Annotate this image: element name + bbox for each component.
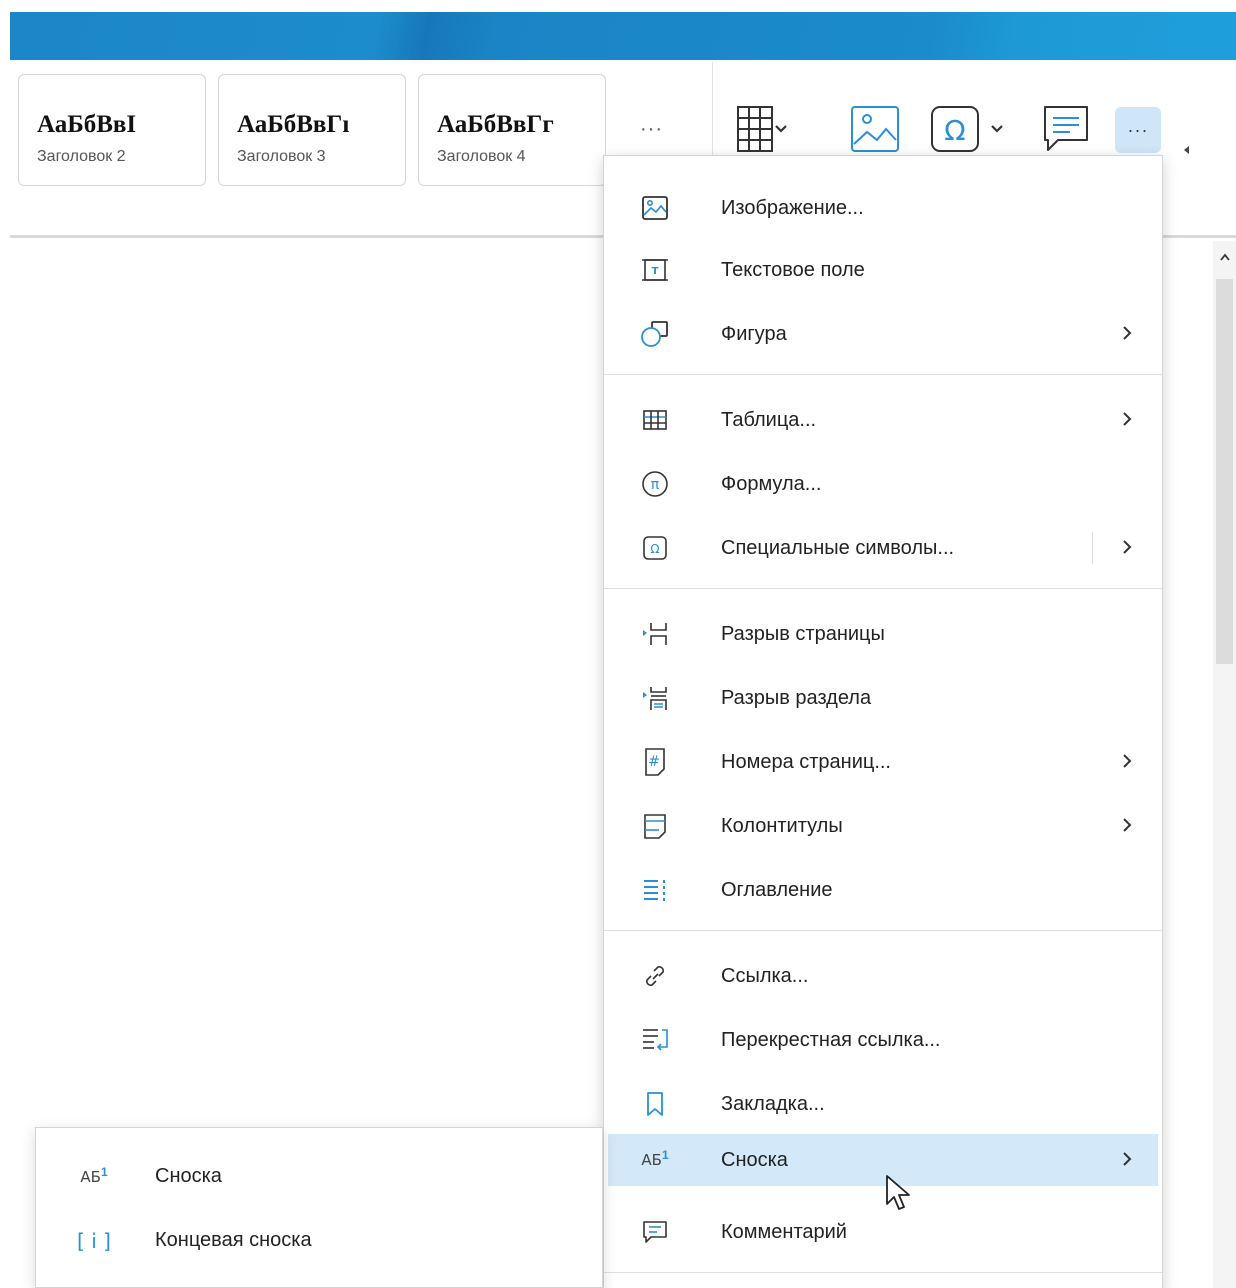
scrollbar-thumb[interactable] — [1216, 279, 1233, 664]
menu-item-page-break[interactable]: Разрыв страницы — [604, 608, 1162, 660]
insert-symbol-button[interactable]: Ω — [930, 104, 1012, 154]
menu-item-special-symbols[interactable]: Ω Специальные символы... — [604, 522, 1162, 574]
menu-separator — [604, 588, 1162, 589]
chevron-right-icon — [1121, 408, 1133, 435]
menu-item-page-numbers[interactable]: # Номера страниц... — [604, 736, 1162, 788]
style-sample: АаБбВвГı — [237, 111, 350, 138]
menu-item-cross-reference[interactable]: Перекрестная ссылка... — [604, 1014, 1162, 1066]
formula-icon: π — [640, 469, 670, 499]
menu-item-label: Формула... — [721, 473, 822, 495]
caret-left-icon — [1183, 142, 1191, 159]
shape-icon — [640, 319, 670, 349]
chevron-right-icon — [1121, 814, 1133, 841]
page-number-icon: # — [640, 747, 670, 777]
menu-separator — [604, 1272, 1162, 1273]
link-icon — [640, 961, 670, 991]
style-sample: АаБбВвI — [37, 111, 137, 138]
menu-item-label: Специальные символы... — [721, 537, 955, 559]
menu-item-label: Колонтитулы — [721, 815, 843, 837]
menu-item-shape[interactable]: Фигура — [604, 308, 1162, 360]
menu-item-label: Оглавление — [721, 879, 833, 901]
chevron-right-icon — [1121, 1148, 1133, 1175]
image-icon — [850, 104, 900, 154]
menu-separator — [604, 930, 1162, 931]
menu-item-bookmark[interactable]: Закладка... — [604, 1078, 1162, 1130]
section-break-icon — [640, 683, 670, 713]
menu-item-label: Текстовое поле — [721, 259, 865, 281]
style-heading-3[interactable]: АаБбВвГı Заголовок 3 — [218, 74, 406, 186]
menu-item-label: Перекрестная ссылка... — [721, 1029, 941, 1051]
menu-item-formula[interactable]: π Формула... — [604, 458, 1162, 510]
ribbon-scroll-button[interactable] — [1183, 142, 1191, 160]
menu-item-footnote[interactable]: АБ 1 Сноска — [608, 1134, 1158, 1186]
menu-item-toc[interactable]: Оглавление — [604, 864, 1162, 916]
svg-text:π: π — [651, 477, 660, 493]
chevron-right-icon[interactable] — [1121, 536, 1133, 563]
style-heading-2[interactable]: АаБбВвI Заголовок 2 — [18, 74, 206, 186]
endnote-icon: [ i ] — [77, 1229, 111, 1253]
vertical-scrollbar[interactable] — [1213, 241, 1236, 1288]
style-caption: Заголовок 4 — [437, 148, 526, 165]
chevron-right-icon — [1121, 322, 1133, 349]
footnote-icon: АБ 1 — [80, 1165, 108, 1186]
menu-item-text-box[interactable]: T Текстовое поле — [604, 244, 1162, 296]
menu-item-label: Закладка... — [721, 1093, 825, 1115]
style-heading-4[interactable]: АаБбВвГг Заголовок 4 — [418, 74, 606, 186]
menu-item-label: Фигура — [721, 323, 787, 345]
menu-separator — [604, 374, 1162, 375]
submenu-item-endnote[interactable]: [ i ] Концевая сноска — [36, 1214, 602, 1266]
page-break-icon — [640, 619, 670, 649]
scroll-up-icon[interactable] — [1219, 249, 1231, 267]
footnote-submenu: АБ 1 Сноска [ i ] Концевая сноска — [35, 1127, 603, 1288]
omega-icon: Ω — [640, 533, 670, 563]
footnote-icon: АБ 1 — [641, 1148, 669, 1169]
cross-reference-icon — [640, 1025, 670, 1055]
mouse-cursor-icon — [884, 1174, 914, 1219]
menu-item-label: Разрыв страницы — [721, 623, 885, 645]
table-icon — [640, 405, 670, 435]
submenu-item-label: Концевая сноска — [155, 1229, 312, 1251]
insert-table-button[interactable] — [736, 104, 788, 154]
chevron-right-icon — [1121, 750, 1133, 777]
menu-item-label: Таблица... — [721, 409, 817, 431]
header-footer-icon — [640, 811, 670, 841]
menu-item-table[interactable]: Таблица... — [604, 394, 1162, 446]
table-icon — [736, 104, 788, 154]
insert-comment-button[interactable] — [1042, 104, 1090, 154]
style-sample: АаБбВвГг — [437, 111, 554, 138]
insert-menu: Изображение... T Текстовое поле Фигура Т… — [603, 155, 1163, 1288]
menu-item-label: Сноска — [721, 1149, 788, 1171]
menu-item-label: Ссылка... — [721, 965, 809, 987]
style-caption: Заголовок 2 — [37, 148, 126, 165]
menu-item-image[interactable]: Изображение... — [604, 182, 1162, 234]
svg-text:Ω: Ω — [944, 114, 965, 147]
svg-text:T: T — [652, 266, 659, 277]
menu-item-comment[interactable]: Комментарий — [604, 1206, 1162, 1258]
menu-item-label: Изображение... — [721, 197, 864, 219]
bookmark-icon — [640, 1089, 670, 1119]
svg-text:#: # — [648, 754, 660, 770]
title-bar — [10, 12, 1236, 60]
toc-icon — [640, 875, 670, 905]
menu-item-header-footer[interactable]: Колонтитулы — [604, 800, 1162, 852]
text-box-icon: T — [640, 255, 670, 285]
style-caption: Заголовок 3 — [237, 148, 326, 165]
menu-item-link[interactable]: Ссылка... — [604, 950, 1162, 1002]
comment-icon — [640, 1217, 670, 1247]
split-divider — [1092, 532, 1093, 564]
more-button[interactable]: ··· — [1115, 107, 1161, 153]
insert-image-button[interactable] — [850, 104, 900, 154]
menu-item-label: Комментарий — [721, 1221, 847, 1243]
more-styles-button[interactable]: ··· — [640, 118, 663, 141]
menu-item-label: Разрыв раздела — [721, 687, 872, 709]
svg-text:Ω: Ω — [650, 542, 659, 556]
image-icon — [640, 193, 670, 223]
submenu-item-footnote[interactable]: АБ 1 Сноска — [36, 1150, 602, 1202]
omega-icon: Ω — [930, 104, 1012, 154]
menu-item-section-break[interactable]: Разрыв раздела — [604, 672, 1162, 724]
comment-icon — [1042, 104, 1090, 154]
menu-item-label: Номера страниц... — [721, 751, 891, 773]
submenu-item-label: Сноска — [155, 1165, 222, 1187]
